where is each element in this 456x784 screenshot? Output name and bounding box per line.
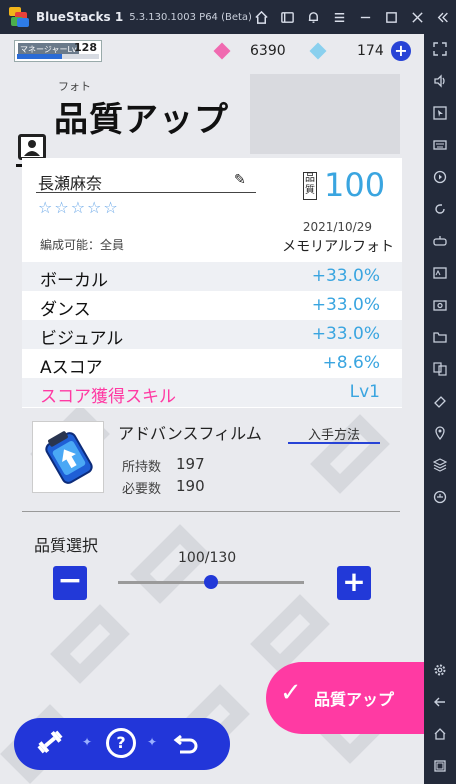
training-icon[interactable] — [34, 728, 66, 762]
quality-up-button[interactable]: ✓ 品質アップ — [266, 662, 424, 734]
idol-name: 長瀬麻奈 — [38, 174, 103, 193]
apk-icon[interactable] — [430, 263, 450, 283]
photo-icon — [18, 134, 46, 160]
manager-level-box: マネージャーLv 128 — [14, 40, 102, 62]
macro-icon[interactable] — [430, 487, 450, 507]
stat-label: ボーカル — [40, 271, 108, 291]
increase-button[interactable]: + — [337, 566, 371, 600]
bluestacks-logo-icon — [9, 7, 29, 27]
gem-paid-count: 174 — [357, 43, 384, 59]
advance-film-icon — [32, 421, 104, 493]
multi-instance-icon[interactable] — [430, 359, 450, 379]
star-icon: ☆ — [38, 198, 53, 217]
quality-label: 品質 — [303, 172, 317, 200]
stat-label: ビジュアル — [40, 329, 124, 349]
page-title: 品質アップ — [54, 100, 229, 140]
separator-dot: ✦ — [147, 735, 158, 749]
bottom-nav: ✦ ? ✦ — [14, 718, 230, 770]
header-bar: マネージャーLv 128 6390 174 + — [0, 34, 424, 72]
settings-icon[interactable] — [326, 0, 352, 34]
stat-row-dance: ダンス +33.0% — [22, 291, 402, 320]
formation-availability: 編成可能：全員 — [40, 238, 125, 252]
star-icon: ☆ — [87, 198, 102, 217]
manager-exp-fill — [17, 54, 63, 59]
owned-value: 197 — [176, 455, 205, 473]
gem-free-count: 6390 — [250, 43, 286, 59]
gear-icon[interactable] — [430, 660, 450, 680]
quality-select-title: 品質選択 — [34, 536, 99, 555]
app-name: BlueStacks 1 — [36, 10, 124, 24]
quality-up-label: 品質アップ — [314, 690, 395, 709]
separator-dot: ✦ — [82, 735, 93, 749]
stat-row-vocal: ボーカル +33.0% — [22, 262, 402, 291]
decrease-button[interactable]: − — [53, 566, 87, 600]
home-icon[interactable] — [248, 0, 274, 34]
stat-value: +33.0% — [311, 324, 380, 344]
gem-free-icon — [213, 42, 231, 60]
fullscreen-icon[interactable] — [430, 39, 450, 59]
stat-label: ダンス — [40, 300, 91, 320]
manager-level-value: 128 — [74, 41, 97, 54]
location-icon[interactable] — [430, 423, 450, 443]
rarity-stars: ☆ ☆ ☆ ☆ ☆ — [38, 198, 118, 217]
stat-value: +8.6% — [322, 353, 380, 373]
maximize-icon[interactable] — [378, 0, 404, 34]
emulator-titlebar: BlueStacks 1 5.3.130.1003 P64 (Beta) — [0, 0, 456, 34]
keyboard-icon[interactable] — [430, 135, 450, 155]
volume-icon[interactable] — [430, 71, 450, 91]
photo-date: 2021/10/29 — [302, 220, 372, 234]
quality-value: 100 — [324, 166, 386, 204]
section-divider — [22, 511, 400, 512]
app-version: 5.3.130.1003 P64 (Beta) — [129, 11, 252, 23]
controller-icon[interactable] — [430, 231, 450, 251]
eraser-icon[interactable] — [430, 391, 450, 411]
folder-icon[interactable] — [430, 327, 450, 347]
star-icon: ☆ — [103, 198, 118, 217]
library-icon[interactable] — [274, 0, 300, 34]
quality-select-count: 100/130 — [178, 550, 237, 566]
skill-level: Lv1 — [349, 382, 380, 402]
required-label: 必要数 — [122, 482, 162, 497]
help-button[interactable]: ? — [106, 728, 136, 758]
game-screen: マネージャーLv 128 6390 174 + フォト 品質アップ 長瀬麻奈 ✎… — [0, 34, 424, 784]
minimize-icon[interactable] — [352, 0, 378, 34]
close-icon[interactable] — [404, 0, 430, 34]
gem-paid-icon — [309, 42, 327, 60]
stat-value: +33.0% — [311, 295, 380, 315]
collapse-icon[interactable] — [430, 0, 456, 34]
pencil-icon[interactable]: ✎ — [234, 172, 246, 188]
back-icon[interactable] — [430, 692, 450, 712]
emulator-sidebar — [424, 34, 456, 784]
quality-slider-thumb[interactable] — [204, 575, 218, 589]
recent-icon[interactable] — [430, 756, 450, 776]
photo-type: メモリアルフォト — [282, 239, 394, 255]
rotate-icon[interactable] — [430, 199, 450, 219]
stat-label: Aスコア — [40, 358, 103, 378]
how-to-get-link[interactable]: 入手方法 — [288, 424, 380, 444]
screenshot-icon[interactable] — [430, 295, 450, 315]
page-title-area: フォト 品質アップ — [16, 74, 316, 167]
star-icon: ☆ — [54, 198, 69, 217]
check-icon: ✓ — [280, 678, 302, 708]
stat-row-ascore: Aスコア +8.6% — [22, 349, 402, 378]
record-icon[interactable] — [430, 167, 450, 187]
stat-row-skill: スコア獲得スキル Lv1 — [22, 378, 402, 407]
pointer-icon[interactable] — [430, 103, 450, 123]
material-name: アドバンスフィルム — [118, 424, 262, 443]
add-gem-button[interactable]: + — [391, 41, 411, 61]
layers-icon[interactable] — [430, 455, 450, 475]
skill-label: スコア獲得スキル — [40, 387, 176, 407]
photo-card: 長瀬麻奈 ✎ ☆ ☆ ☆ ☆ ☆ 品質 100 2021/10/29 編成可能：… — [22, 158, 402, 408]
owned-label: 所持数 — [122, 460, 162, 475]
name-underline — [36, 192, 256, 193]
star-icon: ☆ — [70, 198, 86, 217]
required-value: 190 — [176, 477, 205, 495]
manager-exp-bar — [17, 54, 99, 59]
return-icon[interactable] — [170, 728, 202, 762]
android-home-icon[interactable] — [430, 724, 450, 744]
bell-icon[interactable] — [300, 0, 326, 34]
stat-row-visual: ビジュアル +33.0% — [22, 320, 402, 349]
stat-value: +33.0% — [311, 266, 380, 286]
